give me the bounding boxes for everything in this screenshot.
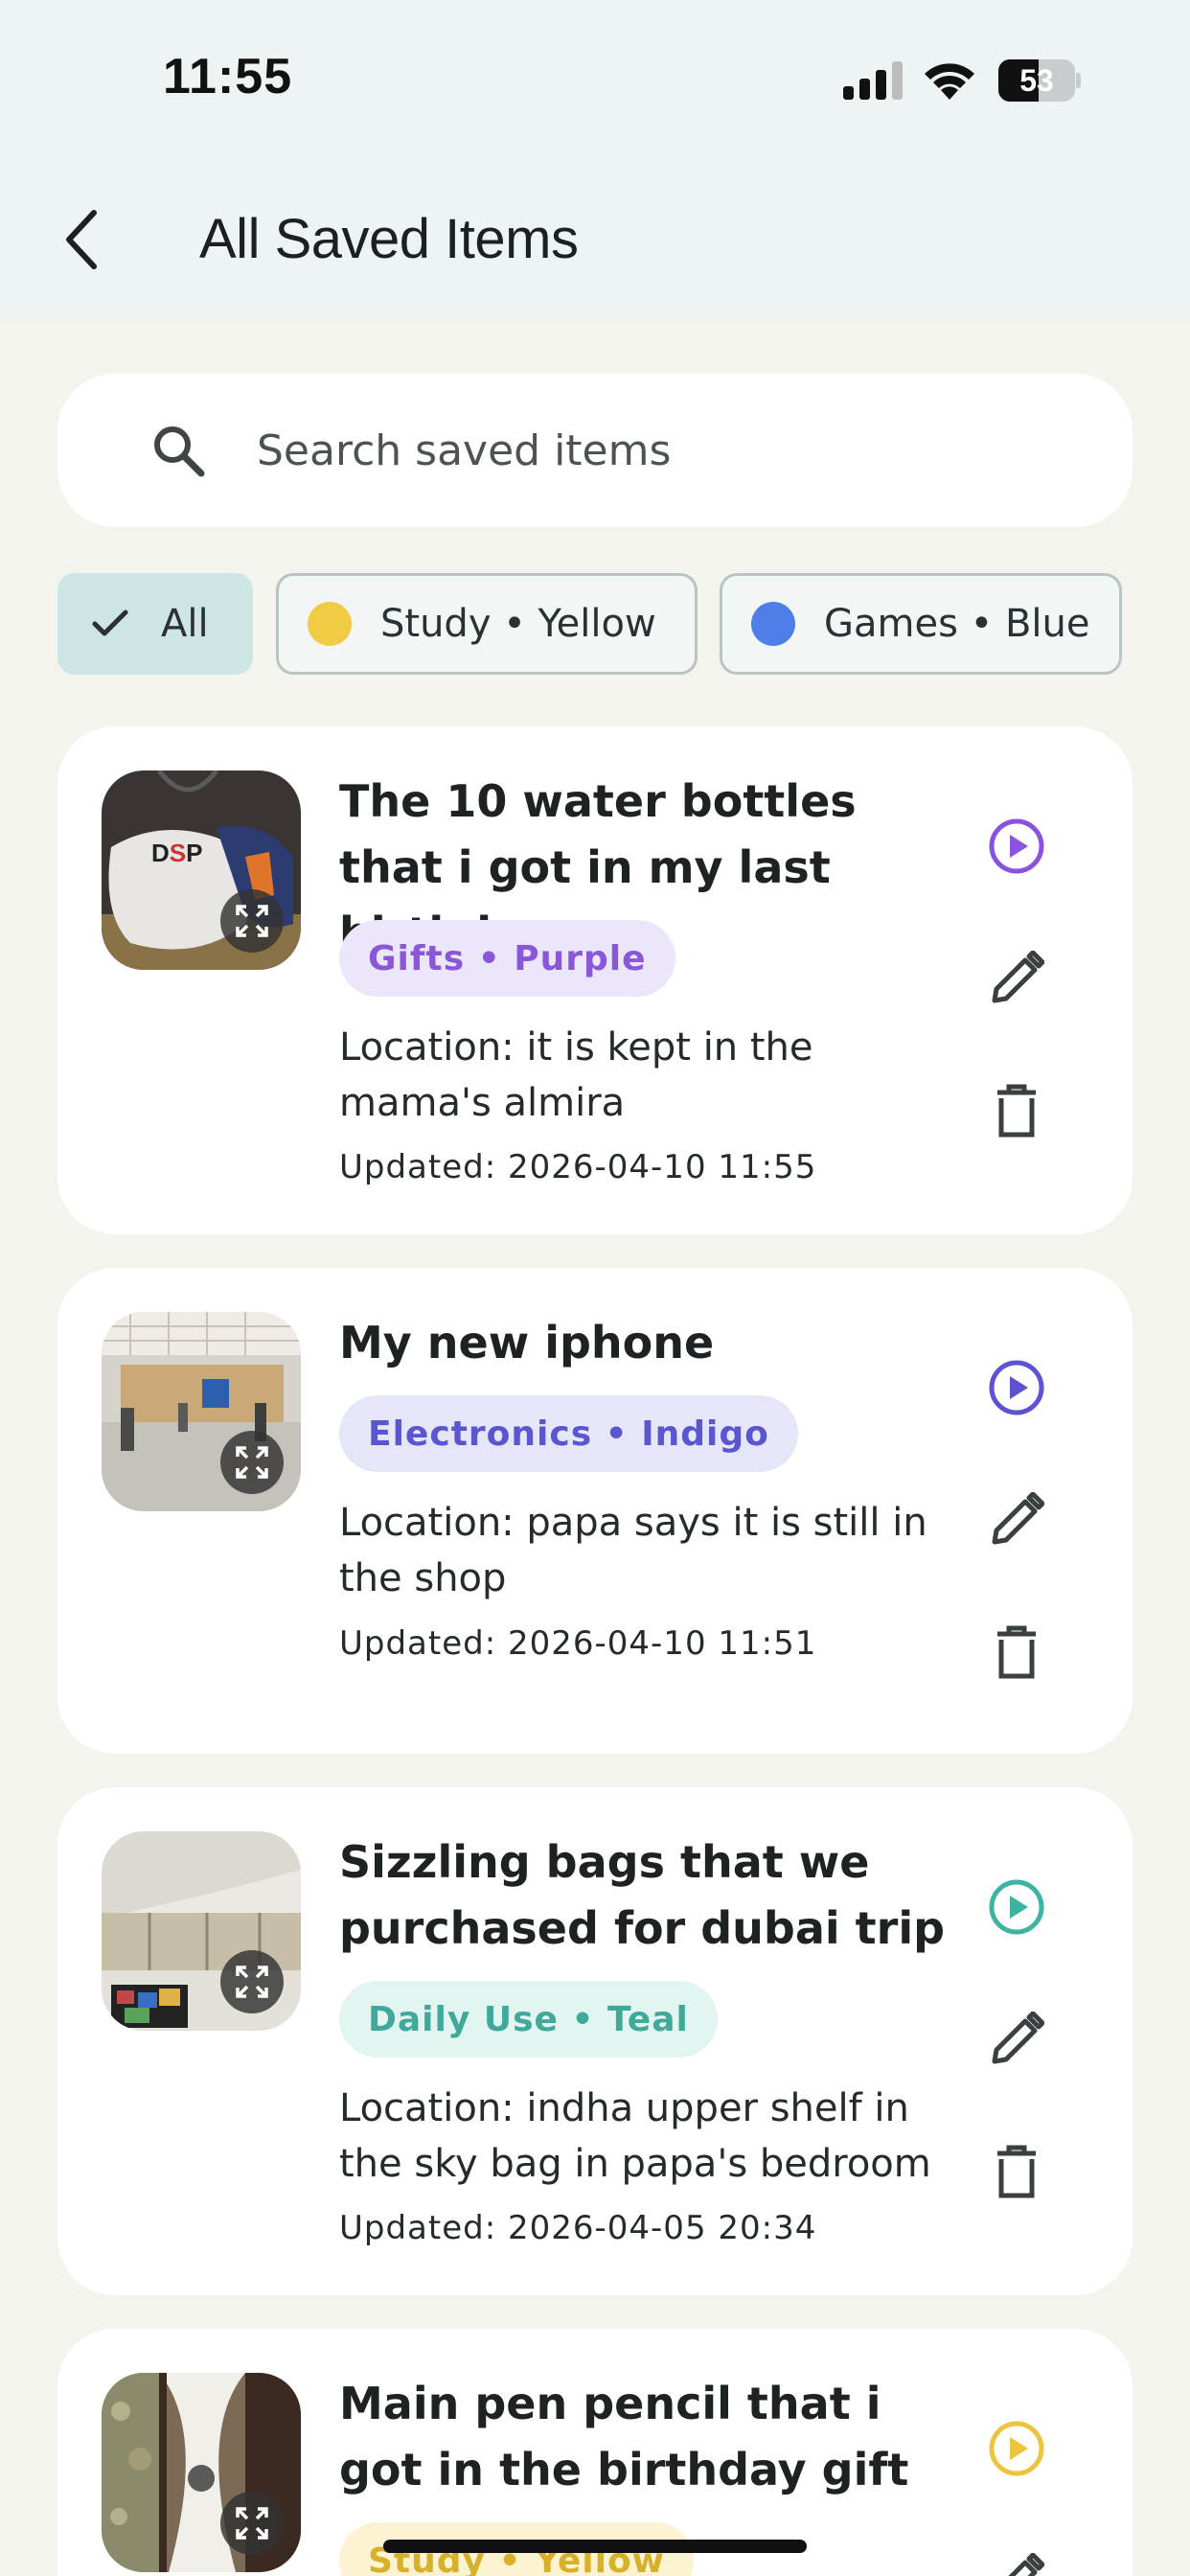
edit-button[interactable] <box>983 2547 1050 2576</box>
back-button[interactable] <box>50 203 111 276</box>
filter-chip-all[interactable]: All <box>57 573 253 675</box>
item-title: My new iphone <box>339 1317 715 1368</box>
search-icon <box>154 426 205 477</box>
category-tag: Electronics • Indigo <box>339 1395 798 1472</box>
color-dot <box>308 602 352 646</box>
play-circle-icon <box>989 1879 1044 1935</box>
page-title: All Saved Items <box>199 208 579 270</box>
item-thumbnail[interactable] <box>102 1312 301 1511</box>
status-bar: 11:55 53 <box>0 0 1190 153</box>
edit-button[interactable] <box>983 2006 1050 2073</box>
item-updated: Updated: 2026-04-10 11:55 <box>339 1148 817 1186</box>
saved-item-card[interactable]: Sizzling bags that we purchased for duba… <box>57 1787 1133 2295</box>
status-time: 11:55 <box>163 49 293 104</box>
item-location: Location: papa says it is still in the s… <box>339 1501 927 1600</box>
delete-button[interactable] <box>983 1077 1050 1144</box>
chevron-left-icon <box>66 210 97 269</box>
delete-button[interactable] <box>983 1619 1050 1686</box>
saved-item-card[interactable]: DSP The 10 water bottles that i got in m… <box>57 726 1133 1234</box>
color-dot <box>751 602 795 646</box>
expand-image-button[interactable] <box>220 2492 284 2555</box>
filter-chip-study[interactable]: Study • Yellow <box>276 573 698 675</box>
category-tag: Gifts • Purple <box>339 920 675 997</box>
play-button[interactable] <box>983 2415 1050 2482</box>
fullscreen-icon <box>236 905 268 937</box>
play-button[interactable] <box>983 1874 1050 1941</box>
delete-button[interactable] <box>983 2138 1050 2205</box>
saved-item-card[interactable]: My new iphone Electronics • Indigo Locat… <box>57 1268 1133 1754</box>
play-circle-icon <box>989 2421 1044 2476</box>
pencil-icon <box>1008 2553 1044 2576</box>
search-input[interactable] <box>257 412 1081 489</box>
pencil-icon <box>992 2012 1044 2064</box>
fullscreen-icon <box>236 1446 268 1479</box>
filter-chip-label: Study • Yellow <box>380 602 656 646</box>
expand-image-button[interactable] <box>220 889 284 953</box>
fullscreen-icon <box>236 2507 268 2540</box>
trash-icon <box>997 2145 1036 2198</box>
item-updated: Updated: 2026-04-10 11:51 <box>339 1624 817 1663</box>
category-tag: Daily Use • Teal <box>339 1981 718 2058</box>
cellular-signal-icon <box>843 61 903 100</box>
fullscreen-icon <box>236 1966 268 1998</box>
play-button[interactable] <box>983 1354 1050 1421</box>
item-location: Location: it is kept in the mama's almir… <box>339 1025 813 1125</box>
filter-chip-label: All <box>161 602 209 646</box>
edit-button[interactable] <box>983 945 1050 1012</box>
pencil-icon <box>992 1492 1044 1545</box>
edit-button[interactable] <box>983 1486 1050 1553</box>
item-thumbnail[interactable]: DSP <box>102 770 301 970</box>
battery-icon: 53 <box>998 59 1081 102</box>
expand-image-button[interactable] <box>220 1950 284 2013</box>
svg-text:DSP: DSP <box>151 839 202 867</box>
filter-chip-label: Games • Blue <box>824 602 1090 646</box>
pencil-icon <box>992 951 1044 1003</box>
play-button[interactable] <box>983 813 1050 880</box>
item-title: Sizzling bags that we purchased for duba… <box>339 1836 946 1954</box>
check-icon <box>92 610 128 636</box>
expand-image-button[interactable] <box>220 1431 284 1494</box>
battery-level: 53 <box>1019 63 1054 98</box>
item-updated: Updated: 2026-04-05 20:34 <box>339 2209 817 2247</box>
play-circle-icon <box>989 1360 1044 1415</box>
item-title: Main pen pencil that i got in the birthd… <box>339 2378 909 2496</box>
home-indicator[interactable] <box>383 2540 807 2553</box>
wifi-icon <box>922 58 977 102</box>
item-location: Location: indha upper shelf in the sky b… <box>339 2086 931 2186</box>
filter-chip-games[interactable]: Games • Blue <box>720 573 1122 675</box>
item-thumbnail[interactable] <box>102 1831 301 2031</box>
play-circle-icon <box>989 818 1044 874</box>
search-bar[interactable] <box>57 374 1133 527</box>
trash-icon <box>997 1625 1036 1679</box>
trash-icon <box>997 1084 1036 1138</box>
app-bar: All Saved Items <box>0 153 1190 318</box>
item-thumbnail[interactable] <box>102 2373 301 2572</box>
